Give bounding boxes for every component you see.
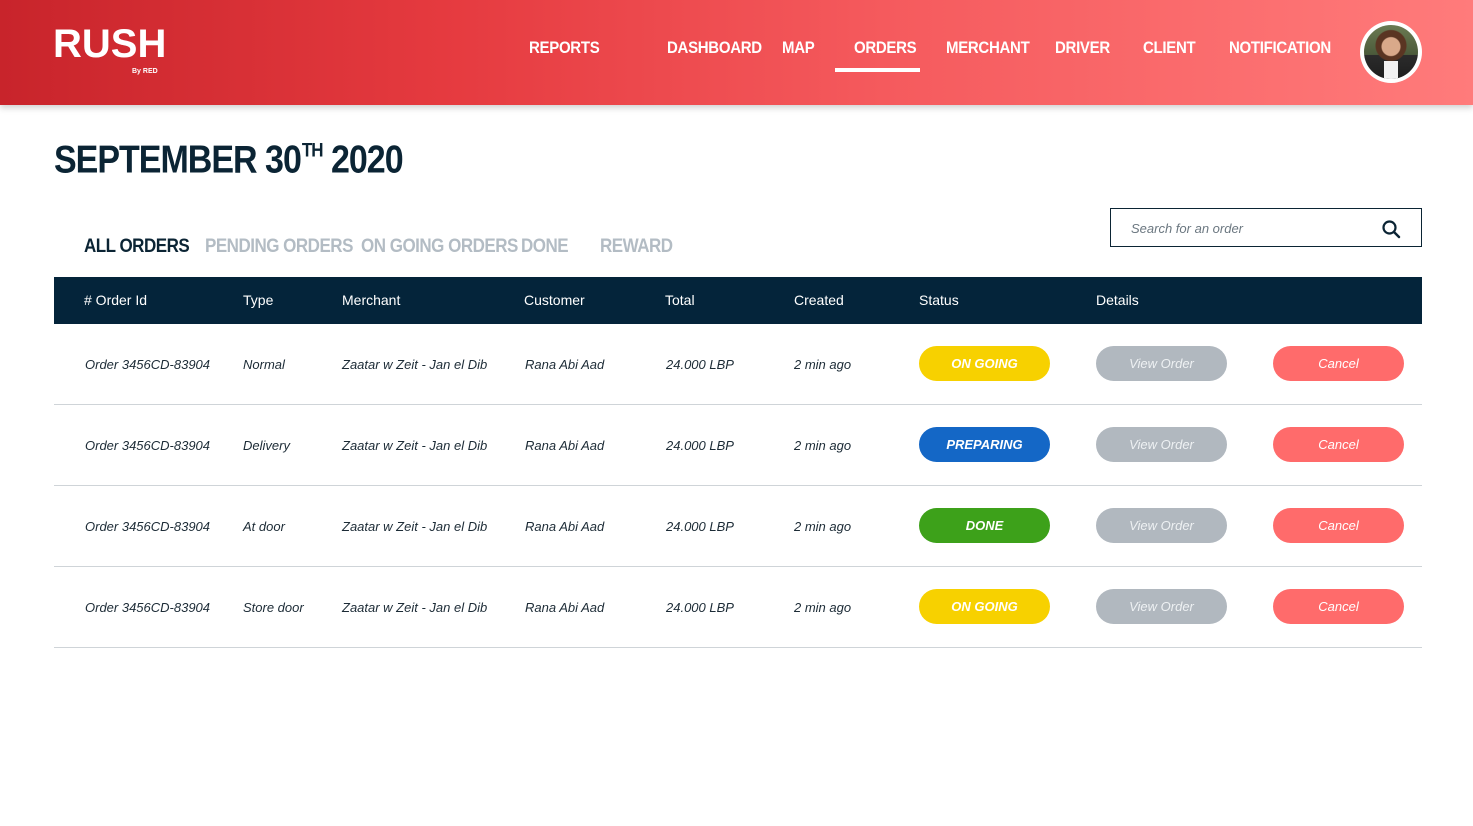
order-id-cell: Order 3456CD-83904 bbox=[85, 438, 211, 453]
status-badge: ON GOING bbox=[919, 346, 1050, 381]
rush-logo[interactable]: RUSH By RED bbox=[53, 20, 173, 80]
column-type: Type bbox=[243, 292, 274, 308]
search-input[interactable] bbox=[1131, 218, 1371, 238]
created-cell: 2 min ago bbox=[794, 519, 852, 534]
merchant-cell: Zaatar w Zeit - Jan el Dib bbox=[342, 357, 488, 372]
table-row: Order 3456CD-83904 Delivery Zaatar w Zei… bbox=[54, 405, 1422, 486]
cancel-button[interactable]: Cancel bbox=[1273, 589, 1404, 624]
customer-cell: Rana Abi Aad bbox=[525, 357, 605, 372]
cancel-button[interactable]: Cancel bbox=[1273, 508, 1404, 543]
user-avatar[interactable] bbox=[1360, 21, 1422, 83]
cancel-button[interactable]: Cancel bbox=[1273, 427, 1404, 462]
nav-active-indicator bbox=[835, 68, 920, 72]
page-title: SEPTEMBER 30TH 2020 bbox=[54, 138, 404, 183]
nav-map[interactable]: MAP bbox=[782, 38, 815, 67]
view-order-button[interactable]: View Order bbox=[1096, 508, 1227, 543]
merchant-cell: Zaatar w Zeit - Jan el Dib bbox=[342, 438, 488, 453]
order-search-box bbox=[1110, 208, 1422, 247]
tab-pending-orders[interactable]: PENDING ORDERS bbox=[205, 235, 353, 258]
logo-wordmark: RUSH bbox=[53, 22, 167, 66]
cancel-button[interactable]: Cancel bbox=[1273, 346, 1404, 381]
nav-dashboard[interactable]: DASHBOARD bbox=[667, 38, 762, 67]
total-cell: 24.000 LBP bbox=[666, 438, 734, 453]
search-icon[interactable] bbox=[1381, 219, 1401, 239]
table-row: Order 3456CD-83904 Store door Zaatar w Z… bbox=[54, 567, 1422, 648]
tab-reward[interactable]: REWARD bbox=[600, 235, 673, 258]
type-cell: Delivery bbox=[243, 438, 290, 453]
avatar-photo bbox=[1364, 25, 1418, 79]
tab-on-going-orders[interactable]: ON GOING ORDERS bbox=[361, 235, 518, 258]
column-total: Total bbox=[665, 292, 695, 308]
page-title-year: 2020 bbox=[322, 138, 404, 182]
total-cell: 24.000 LBP bbox=[666, 600, 734, 615]
tab-done[interactable]: DONE bbox=[521, 235, 569, 258]
column-created: Created bbox=[794, 292, 844, 308]
order-id-cell: Order 3456CD-83904 bbox=[85, 357, 211, 372]
orders-table-header: # Order Id Type Merchant Customer Total … bbox=[54, 277, 1422, 324]
view-order-button[interactable]: View Order bbox=[1096, 589, 1227, 624]
order-id-cell: Order 3456CD-83904 bbox=[85, 519, 211, 534]
created-cell: 2 min ago bbox=[794, 600, 852, 615]
created-cell: 2 min ago bbox=[794, 438, 852, 453]
column-merchant: Merchant bbox=[342, 292, 401, 308]
nav-reports[interactable]: REPORTS bbox=[529, 38, 600, 67]
view-order-button[interactable]: View Order bbox=[1096, 427, 1227, 462]
tab-all-orders[interactable]: ALL ORDERS bbox=[84, 235, 190, 258]
column-details: Details bbox=[1096, 292, 1139, 308]
column-customer: Customer bbox=[524, 292, 585, 308]
top-navigation-bar: RUSH By RED REPORTS DASHBOARD MAP ORDERS… bbox=[0, 0, 1473, 105]
view-order-button[interactable]: View Order bbox=[1096, 346, 1227, 381]
column-order-id: # Order Id bbox=[84, 292, 148, 308]
column-status: Status bbox=[919, 292, 959, 308]
nav-client[interactable]: CLIENT bbox=[1143, 38, 1196, 67]
nav-orders[interactable]: ORDERS bbox=[854, 38, 917, 67]
merchant-cell: Zaatar w Zeit - Jan el Dib bbox=[342, 600, 488, 615]
page-title-date: SEPTEMBER 30 bbox=[54, 138, 302, 182]
table-row: Order 3456CD-83904 At door Zaatar w Zeit… bbox=[54, 486, 1422, 567]
type-cell: At door bbox=[243, 519, 285, 534]
created-cell: 2 min ago bbox=[794, 357, 852, 372]
order-id-cell: Order 3456CD-83904 bbox=[85, 600, 211, 615]
customer-cell: Rana Abi Aad bbox=[525, 600, 605, 615]
total-cell: 24.000 LBP bbox=[666, 519, 734, 534]
page-title-ordinal: TH bbox=[301, 139, 324, 161]
logo-subtitle: By RED bbox=[132, 68, 158, 75]
nav-merchant[interactable]: MERCHANT bbox=[946, 38, 1030, 67]
nav-driver[interactable]: DRIVER bbox=[1055, 38, 1110, 67]
type-cell: Normal bbox=[243, 357, 285, 372]
nav-notification[interactable]: NOTIFICATION bbox=[1229, 38, 1331, 67]
merchant-cell: Zaatar w Zeit - Jan el Dib bbox=[342, 519, 488, 534]
table-row: Order 3456CD-83904 Normal Zaatar w Zeit … bbox=[54, 324, 1422, 405]
customer-cell: Rana Abi Aad bbox=[525, 519, 605, 534]
status-badge: DONE bbox=[919, 508, 1050, 543]
total-cell: 24.000 LBP bbox=[666, 357, 734, 372]
type-cell: Store door bbox=[243, 600, 304, 615]
status-badge: PREPARING bbox=[919, 427, 1050, 462]
status-badge: ON GOING bbox=[919, 589, 1050, 624]
customer-cell: Rana Abi Aad bbox=[525, 438, 605, 453]
